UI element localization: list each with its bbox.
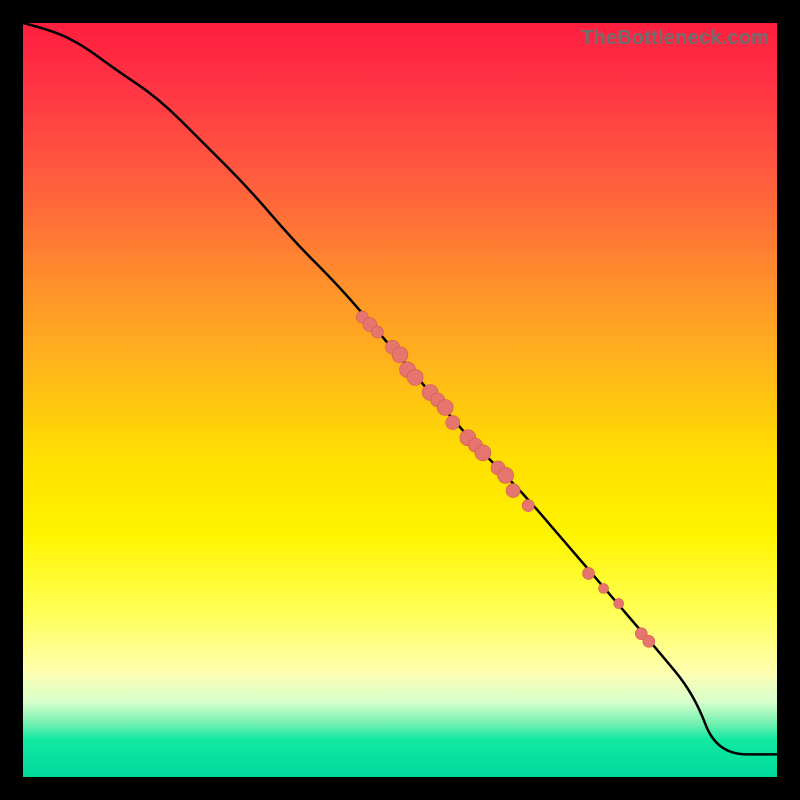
data-point bbox=[392, 347, 408, 363]
data-point bbox=[583, 567, 595, 579]
data-point bbox=[643, 635, 655, 647]
bottleneck-curve bbox=[23, 23, 777, 754]
data-point bbox=[506, 484, 520, 498]
chart-overlay bbox=[23, 23, 777, 777]
data-point bbox=[371, 326, 383, 338]
data-point bbox=[437, 400, 453, 416]
data-point bbox=[522, 500, 534, 512]
chart-frame: TheBottleneck.com bbox=[0, 0, 800, 800]
curve-group bbox=[23, 23, 777, 754]
data-point bbox=[446, 416, 460, 430]
data-point bbox=[599, 584, 609, 594]
plot-area: TheBottleneck.com bbox=[23, 23, 777, 777]
data-point bbox=[475, 445, 491, 461]
data-point bbox=[407, 369, 423, 385]
markers-group bbox=[356, 311, 655, 647]
data-point bbox=[614, 599, 624, 609]
data-point bbox=[498, 467, 514, 483]
